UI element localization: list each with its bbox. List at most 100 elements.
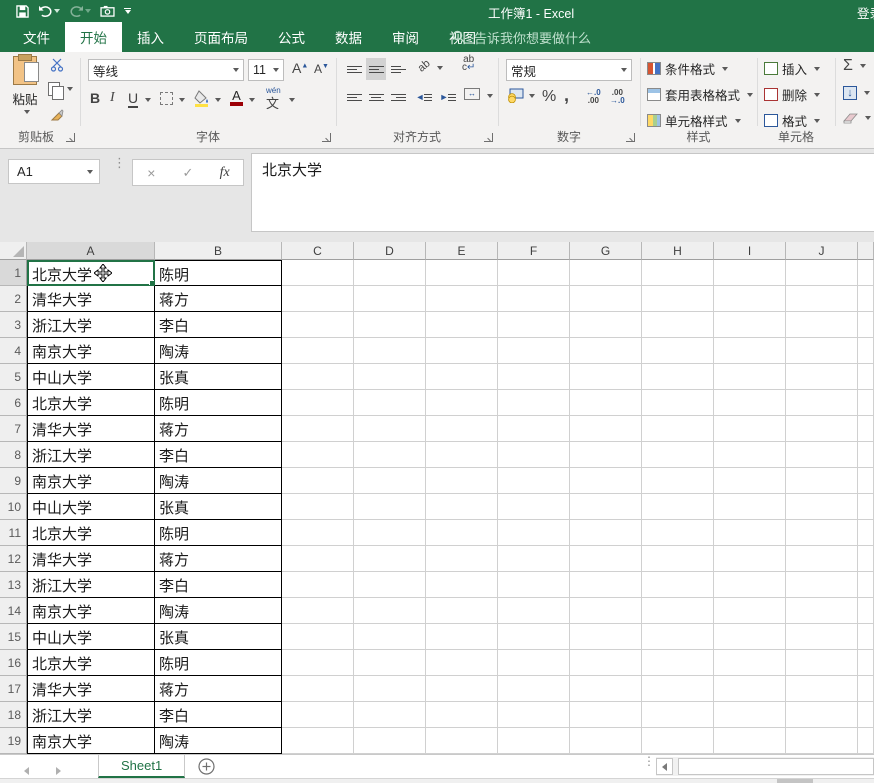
cell-A11[interactable]: 北京大学 — [27, 520, 155, 546]
cell-F8[interactable] — [498, 442, 570, 468]
font-dialog-launcher-icon[interactable] — [322, 133, 331, 142]
sheet-nav-prev-icon[interactable] — [24, 763, 29, 778]
cell-A12[interactable]: 清华大学 — [27, 546, 155, 572]
cell-G16[interactable] — [570, 650, 642, 676]
tell-me-search[interactable]: 告诉我你想要做什么 — [452, 22, 591, 52]
cell-D9[interactable] — [354, 468, 426, 494]
underline-button[interactable]: U — [128, 90, 138, 108]
cell-A13[interactable]: 浙江大学 — [27, 572, 155, 598]
cell-H11[interactable] — [642, 520, 714, 546]
cell-B6[interactable]: 陈明 — [155, 390, 282, 416]
column-header-D[interactable]: D — [354, 242, 426, 260]
alignment-dialog-launcher-icon[interactable] — [484, 133, 493, 142]
cell-G1[interactable] — [570, 260, 642, 286]
font-size-combo[interactable]: 11 — [248, 59, 284, 81]
row-header-11[interactable]: 11 — [0, 520, 27, 546]
cell-D5[interactable] — [354, 364, 426, 390]
cell-D17[interactable] — [354, 676, 426, 702]
cell-B17[interactable]: 蒋方 — [155, 676, 282, 702]
cell-I4[interactable] — [714, 338, 786, 364]
decrease-indent-icon[interactable]: ◄ — [414, 86, 434, 108]
cell-E17[interactable] — [426, 676, 498, 702]
cell-I10[interactable] — [714, 494, 786, 520]
cell-F5[interactable] — [498, 364, 570, 390]
row-header-10[interactable]: 10 — [0, 494, 27, 520]
cell-C5[interactable] — [282, 364, 354, 390]
cell-D16[interactable] — [354, 650, 426, 676]
cell-J17[interactable] — [786, 676, 858, 702]
row-header-6[interactable]: 6 — [0, 390, 27, 416]
cell-D6[interactable] — [354, 390, 426, 416]
cell-J16[interactable] — [786, 650, 858, 676]
accounting-format-icon[interactable] — [506, 88, 524, 106]
cell-J5[interactable] — [786, 364, 858, 390]
select-all-corner[interactable] — [0, 242, 27, 260]
row-header-16[interactable]: 16 — [0, 650, 27, 676]
row-header-12[interactable]: 12 — [0, 546, 27, 572]
cell-B8[interactable]: 李白 — [155, 442, 282, 468]
cell-E11[interactable] — [426, 520, 498, 546]
cell-J14[interactable] — [786, 598, 858, 624]
cell-D3[interactable] — [354, 312, 426, 338]
decrease-decimal-icon[interactable]: .00→.0 — [610, 89, 625, 105]
row-header-14[interactable]: 14 — [0, 598, 27, 624]
cell-J10[interactable] — [786, 494, 858, 520]
camera-icon[interactable] — [100, 5, 115, 17]
cell-H6[interactable] — [642, 390, 714, 416]
cell-E2[interactable] — [426, 286, 498, 312]
cell-G9[interactable] — [570, 468, 642, 494]
cell-A14[interactable]: 南京大学 — [27, 598, 155, 624]
cell-C18[interactable] — [282, 702, 354, 728]
cell-I3[interactable] — [714, 312, 786, 338]
align-top-icon[interactable] — [344, 58, 364, 80]
cell-A5[interactable]: 中山大学 — [27, 364, 155, 390]
cell-B7[interactable]: 蒋方 — [155, 416, 282, 442]
cell-A3[interactable]: 浙江大学 — [27, 312, 155, 338]
font-color-icon[interactable]: A — [230, 89, 243, 106]
column-header-A[interactable]: A — [27, 242, 155, 260]
cell-J13[interactable] — [786, 572, 858, 598]
cut-icon[interactable] — [50, 58, 65, 75]
cell-G4[interactable] — [570, 338, 642, 364]
new-sheet-icon[interactable] — [198, 758, 215, 778]
cell-F13[interactable] — [498, 572, 570, 598]
cell-G11[interactable] — [570, 520, 642, 546]
ribbon-tab-页面布局[interactable]: 页面布局 — [179, 22, 263, 52]
align-center-icon[interactable] — [366, 86, 386, 108]
cell-E3[interactable] — [426, 312, 498, 338]
cell-I6[interactable] — [714, 390, 786, 416]
fill-button[interactable]: ↓ — [843, 86, 870, 100]
cell-E4[interactable] — [426, 338, 498, 364]
cell-H2[interactable] — [642, 286, 714, 312]
cell-B4[interactable]: 陶涛 — [155, 338, 282, 364]
fill-handle[interactable] — [149, 280, 155, 286]
cell-B14[interactable]: 陶涛 — [155, 598, 282, 624]
cell-D14[interactable] — [354, 598, 426, 624]
cell-F16[interactable] — [498, 650, 570, 676]
row-header-7[interactable]: 7 — [0, 416, 27, 442]
cell-E1[interactable] — [426, 260, 498, 286]
wrap-text-icon[interactable]: abc↵ — [462, 56, 475, 72]
cell-B12[interactable]: 蒋方 — [155, 546, 282, 572]
align-left-icon[interactable] — [344, 86, 364, 108]
cell-E9[interactable] — [426, 468, 498, 494]
cell-I5[interactable] — [714, 364, 786, 390]
row-header-1[interactable]: 1 — [0, 260, 27, 286]
save-icon[interactable] — [16, 5, 29, 18]
row-header-9[interactable]: 9 — [0, 468, 27, 494]
cell-F4[interactable] — [498, 338, 570, 364]
cell-I15[interactable] — [714, 624, 786, 650]
cell-B9[interactable]: 陶涛 — [155, 468, 282, 494]
cell-G12[interactable] — [570, 546, 642, 572]
cell-C1[interactable] — [282, 260, 354, 286]
tab-file[interactable]: 文件 — [8, 22, 65, 52]
cell-G2[interactable] — [570, 286, 642, 312]
cell-H14[interactable] — [642, 598, 714, 624]
accounting-dropdown-icon[interactable] — [529, 94, 535, 98]
cell-A2[interactable]: 清华大学 — [27, 286, 155, 312]
cell-C10[interactable] — [282, 494, 354, 520]
cell-H17[interactable] — [642, 676, 714, 702]
cell-F9[interactable] — [498, 468, 570, 494]
sheet-tab-active[interactable]: Sheet1 — [98, 755, 185, 778]
format-painter-icon[interactable] — [50, 108, 64, 125]
